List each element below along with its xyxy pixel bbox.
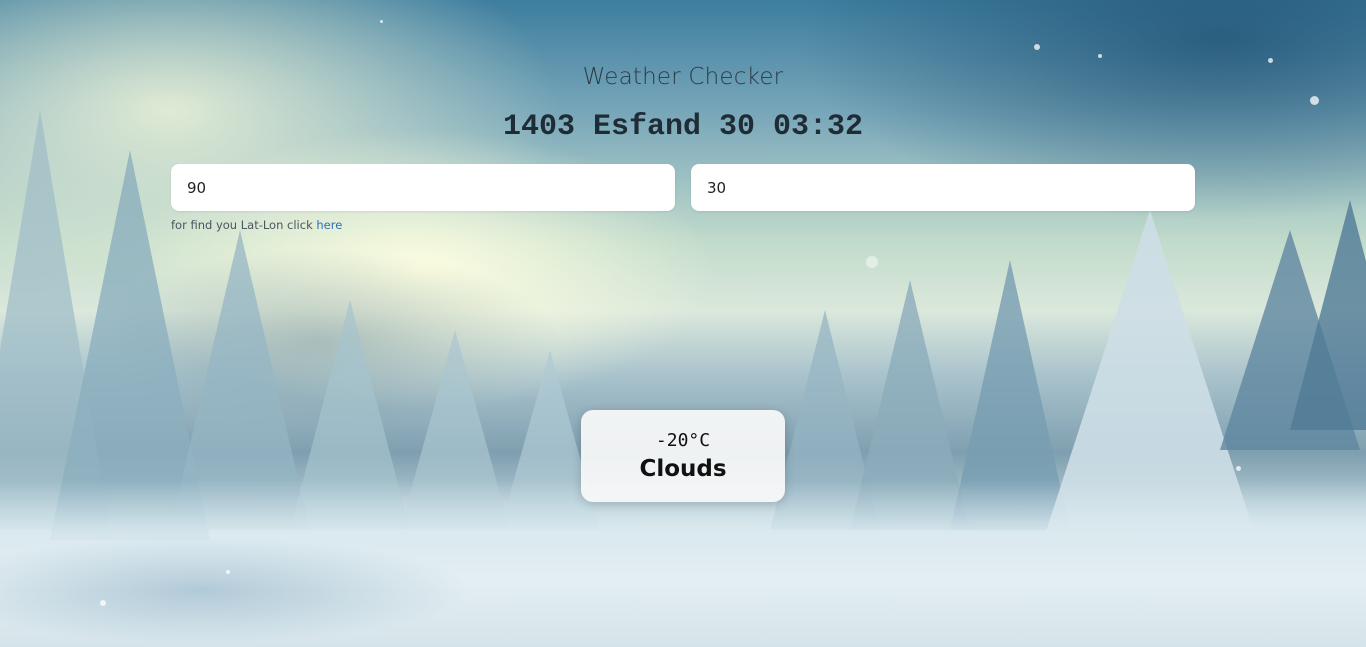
date-time-display: 1403 Esfand 30 03:32	[502, 110, 864, 144]
snowflake	[1098, 54, 1102, 58]
snowflake	[380, 20, 383, 23]
longitude-input[interactable]	[691, 164, 1195, 211]
pine-tree	[1290, 200, 1366, 430]
snowflake	[1236, 466, 1241, 471]
weather-condition: Clouds	[639, 456, 727, 482]
snowflake	[1034, 44, 1040, 50]
weather-card: -20°C Clouds	[581, 410, 785, 502]
snowflake	[1310, 96, 1319, 105]
lat-lon-hint: for find you Lat-Lon click here	[171, 218, 342, 232]
snowflake	[866, 256, 878, 268]
snow-shadow	[0, 520, 560, 647]
latitude-input[interactable]	[171, 164, 675, 211]
page-title: Weather Checker	[582, 64, 784, 90]
hint-text: for find you Lat-Lon click	[171, 218, 317, 232]
find-lat-lon-link[interactable]: here	[316, 218, 342, 232]
temperature-value: -20°C	[655, 430, 711, 451]
snowflake	[226, 570, 230, 574]
snowflake	[1268, 58, 1273, 63]
snowflake	[100, 600, 106, 606]
